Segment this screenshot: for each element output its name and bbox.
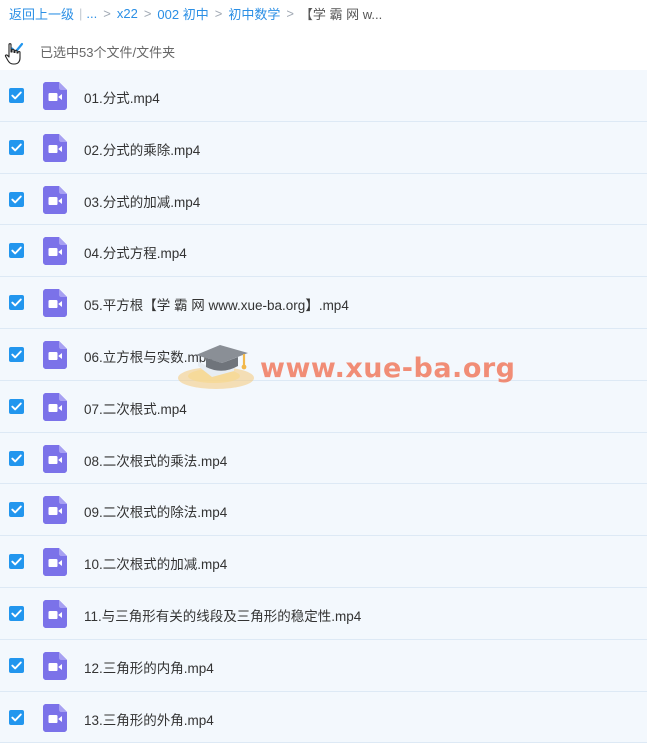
file-row[interactable]: 04.分式方程.mp4 xyxy=(0,225,647,278)
breadcrumb-item-math[interactable]: 初中数学 xyxy=(228,4,280,23)
file-checkbox[interactable] xyxy=(9,502,24,518)
checkmark-icon xyxy=(11,661,22,670)
checkmark-icon xyxy=(11,298,22,307)
file-name[interactable]: 08.二次根式的乘法.mp4 xyxy=(84,450,227,470)
file-row[interactable]: 11.与三角形有关的线段及三角形的稳定性.mp4 xyxy=(0,587,647,640)
checkmark-icon xyxy=(11,454,22,462)
file-name[interactable]: 10.二次根式的加减.mp4 xyxy=(84,553,227,573)
file-row[interactable]: 01.分式.mp4 xyxy=(0,70,647,122)
file-row[interactable]: 03.分式的加减.mp4 xyxy=(0,173,647,226)
breadcrumb-separator: > xyxy=(143,5,152,21)
selection-bar: 已选中53个文件/文件夹 xyxy=(0,33,647,67)
file-checkbox[interactable] xyxy=(9,295,24,311)
video-file-icon xyxy=(43,651,67,680)
breadcrumb-item-junior-high[interactable]: 002 初中 xyxy=(157,4,208,23)
file-checkbox[interactable] xyxy=(9,605,24,621)
checkmark-icon xyxy=(11,713,22,721)
video-file-icon xyxy=(43,548,67,577)
checkmark-icon xyxy=(11,195,22,203)
checkmark-icon xyxy=(11,609,22,618)
file-row[interactable]: 10.二次根式的加减.mp4 xyxy=(0,536,647,588)
checkmark-icon xyxy=(11,505,22,514)
video-file-icon xyxy=(43,392,67,421)
file-name[interactable]: 13.三角形的外角.mp4 xyxy=(84,709,214,729)
back-link[interactable]: 返回上一级 xyxy=(9,4,74,23)
breadcrumb-current: 【学 霸 网 w... xyxy=(299,6,383,22)
file-row[interactable]: 05.平方根【学 霸 网 www.xue-ba.org】.mp4 xyxy=(0,277,647,329)
file-row[interactable]: 06.立方根与实数.mp4 xyxy=(0,328,647,381)
breadcrumb-ellipsis[interactable]: ... xyxy=(86,6,97,21)
file-name[interactable]: 12.三角形的内角.mp4 xyxy=(84,657,214,677)
file-name[interactable]: 04.分式方程.mp4 xyxy=(84,242,187,262)
breadcrumb-separator: > xyxy=(103,5,111,21)
checkmark-icon xyxy=(11,143,22,152)
file-checkbox[interactable] xyxy=(9,243,24,259)
file-list: 01.分式.mp4 02.分式的乘除.mp4 03.分式的加减.mp4 04.分式方程… xyxy=(0,70,647,743)
file-name[interactable]: 09.二次根式的除法.mp4 xyxy=(84,501,227,521)
video-file-icon xyxy=(43,599,67,628)
video-file-icon xyxy=(43,185,67,214)
breadcrumb-divider: | xyxy=(79,5,83,21)
checkmark-icon xyxy=(11,350,22,359)
breadcrumb-separator: > xyxy=(286,5,294,21)
video-file-icon xyxy=(43,133,67,162)
file-checkbox[interactable] xyxy=(9,398,24,414)
file-name[interactable]: 05.平方根【学 霸 网 www.xue-ba.org】.mp4 xyxy=(84,294,349,314)
breadcrumb-separator: > xyxy=(214,5,223,21)
video-file-icon xyxy=(43,496,67,525)
file-checkbox[interactable] xyxy=(9,657,24,673)
video-file-icon xyxy=(43,340,67,369)
video-file-icon xyxy=(43,444,67,473)
file-checkbox[interactable] xyxy=(9,450,24,466)
checkmark-icon xyxy=(11,557,22,566)
file-name[interactable]: 06.立方根与实数.mp4 xyxy=(84,346,214,366)
video-file-icon xyxy=(43,237,67,266)
video-file-icon xyxy=(43,289,67,318)
file-checkbox[interactable] xyxy=(9,554,24,570)
file-name[interactable]: 03.分式的加减.mp4 xyxy=(84,191,200,211)
file-checkbox[interactable] xyxy=(9,346,24,362)
file-checkbox[interactable] xyxy=(9,709,24,725)
file-name[interactable]: 01.分式.mp4 xyxy=(84,87,160,107)
file-row[interactable]: 02.分式的乘除.mp4 xyxy=(0,121,647,174)
file-row[interactable]: 08.二次根式的乘法.mp4 xyxy=(0,432,647,485)
video-file-icon xyxy=(43,82,67,110)
file-row[interactable]: 09.二次根式的除法.mp4 xyxy=(0,484,647,537)
breadcrumb-item-x22[interactable]: x22 xyxy=(117,6,138,21)
checkmark-icon xyxy=(11,91,22,100)
file-name[interactable]: 07.二次根式.mp4 xyxy=(84,398,187,418)
file-checkbox[interactable] xyxy=(9,191,24,207)
file-name[interactable]: 11.与三角形有关的线段及三角形的稳定性.mp4 xyxy=(84,605,361,625)
file-row[interactable]: 13.三角形的外角.mp4 xyxy=(0,691,647,743)
file-row[interactable]: 12.三角形的内角.mp4 xyxy=(0,639,647,692)
file-name[interactable]: 02.分式的乘除.mp4 xyxy=(84,139,200,159)
file-checkbox[interactable] xyxy=(9,139,24,155)
hand-pointer-icon xyxy=(4,43,21,65)
checkmark-icon xyxy=(11,402,22,411)
selection-summary: 已选中53个文件/文件夹 xyxy=(40,45,176,60)
breadcrumb: 返回上一级 | ... > x22 > 002 初中 > 初中数学 > 【学 霸… xyxy=(0,0,647,26)
checkmark-icon xyxy=(11,246,22,255)
video-file-icon xyxy=(43,703,67,732)
file-row[interactable]: 07.二次根式.mp4 xyxy=(0,380,647,433)
file-checkbox[interactable] xyxy=(9,88,24,103)
